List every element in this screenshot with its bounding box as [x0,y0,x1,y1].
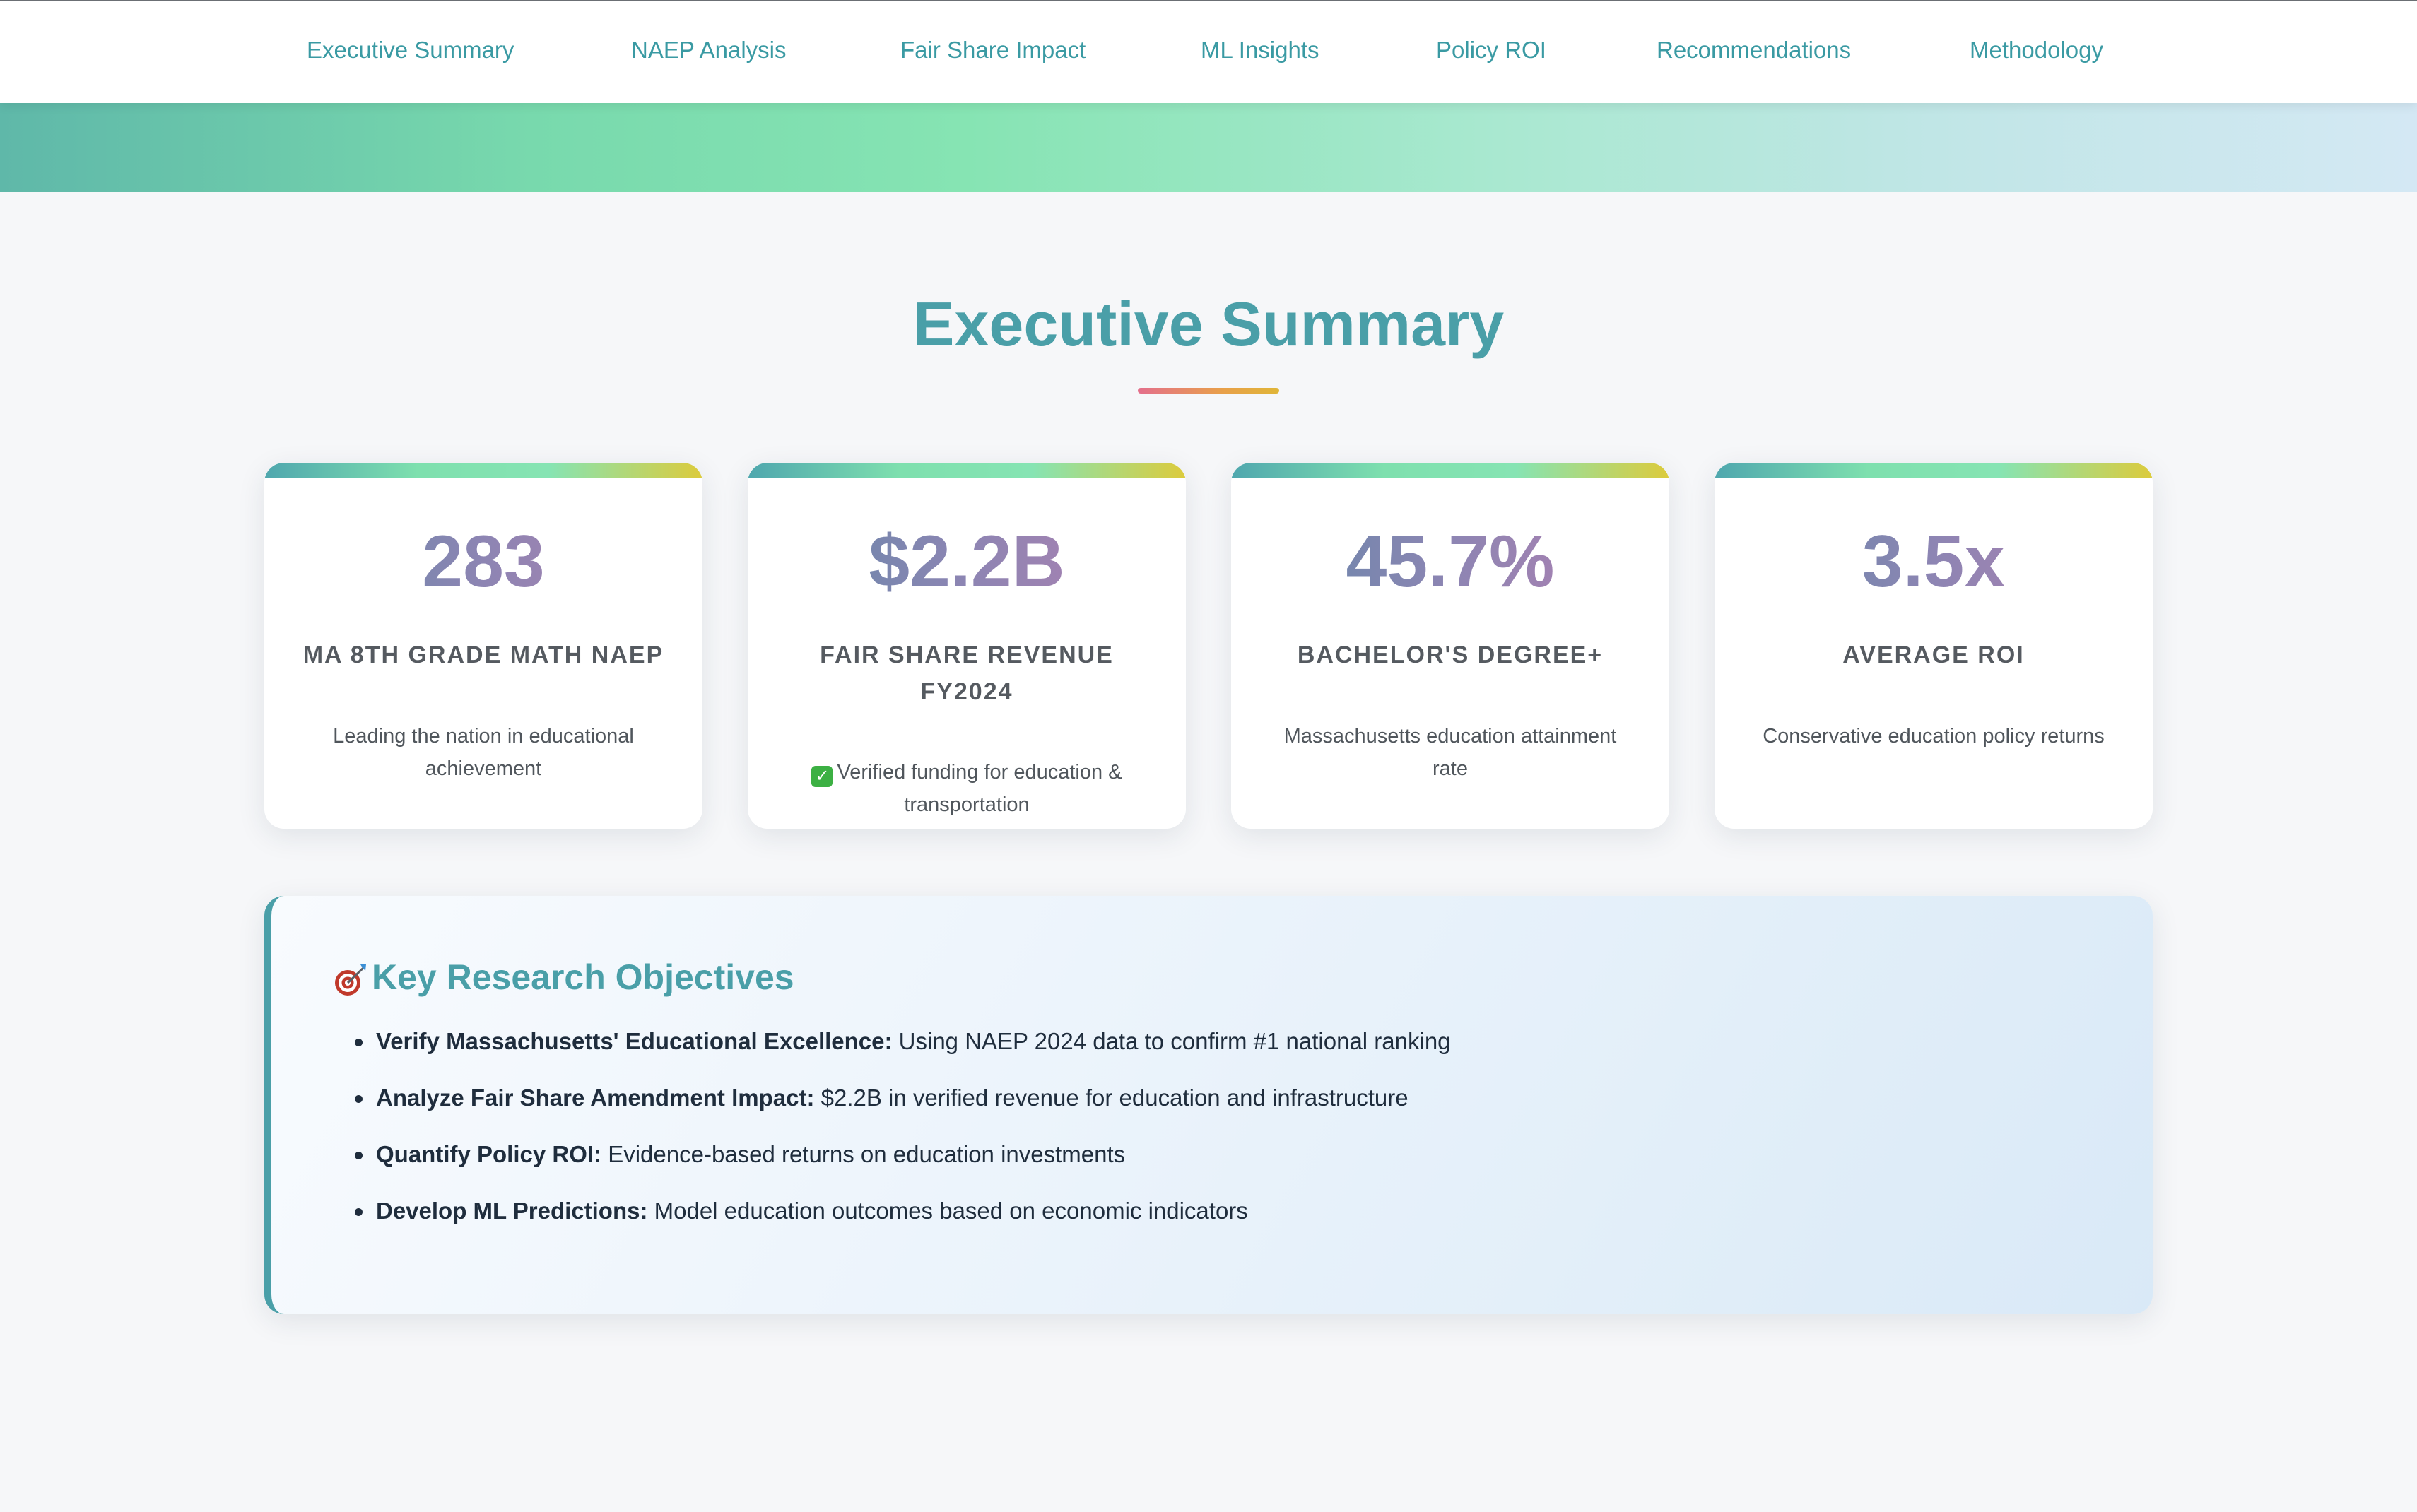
metric-label: AVERAGE ROI [1842,642,2025,668]
top-navigation: Executive Summary NAEP Analysis Fair Sha… [0,0,2417,103]
nav-link-executive-summary[interactable]: Executive Summary [307,37,514,64]
metric-card-roi: 3.5x AVERAGE ROI Conservative education … [1715,463,2153,829]
metric-value: 283 [264,525,702,598]
card-accent-bar [264,463,702,478]
section-title: Executive Summary [912,289,1505,359]
list-item: Quantify Policy ROI: Evidence-based retu… [355,1140,2051,1169]
list-item: Analyze Fair Share Amendment Impact: $2.… [355,1084,2051,1112]
objectives-list: Verify Massachusetts' Educational Excell… [355,1027,2051,1253]
nav-link-recommendations[interactable]: Recommendations [1657,37,1851,64]
metric-description: Conservative education policy returns [1763,725,2105,748]
objectives-heading: Key Research Objectives [332,957,794,998]
list-item: Develop ML Predictions: Model education … [355,1197,2051,1225]
objective-text: Evidence-based returns on education inve… [601,1141,1126,1167]
nav-link-methodology[interactable]: Methodology [1970,37,2103,64]
research-objectives-panel: Key Research Objectives Verify Massachus… [264,896,2153,1314]
card-accent-bar [748,463,1186,478]
target-icon [332,962,366,996]
nav-link-fair-share-impact[interactable]: Fair Share Impact [900,37,1086,64]
check-icon: ✓ [811,766,833,787]
metric-label: FAIR SHARE REVENUE FY2024 [820,642,1114,705]
metric-value: 3.5x [1715,525,2153,598]
metric-card-bachelors: 45.7% BACHELOR'S DEGREE+ Massachusetts e… [1231,463,1669,829]
nav-link-ml-insights[interactable]: ML Insights [1201,37,1319,64]
objectives-title: Key Research Objectives [372,957,794,997]
nav-link-policy-roi[interactable]: Policy ROI [1436,37,1546,64]
objective-bold: Analyze Fair Share Amendment Impact: [376,1085,815,1111]
metric-value: 45.7% [1231,525,1669,598]
hero-gradient-band [0,103,2417,192]
title-underline [1138,388,1279,394]
objective-bold: Develop ML Predictions: [376,1198,648,1224]
objective-bold: Verify Massachusetts' Educational Excell… [376,1028,893,1054]
metric-label: BACHELOR'S DEGREE+ [1297,642,1604,668]
card-accent-bar [1231,463,1669,478]
metric-value: $2.2B [748,525,1186,598]
metric-label: MA 8TH GRADE MATH NAEP [302,642,664,668]
metric-description-text: Verified funding for education & transpo… [837,761,1122,816]
metric-card-fair-share: $2.2B FAIR SHARE REVENUE FY2024 ✓ Verifie… [748,463,1186,829]
card-accent-bar [1715,463,2153,478]
objective-text: Using NAEP 2024 data to confirm #1 natio… [892,1028,1451,1054]
metric-description: Leading the nation in educational achiev… [333,725,634,780]
objective-text: $2.2B in verified revenue for education … [814,1085,1409,1111]
metric-description: ✓ Verified funding for education & transp… [790,756,1143,821]
objective-text: Model education outcomes based on econom… [647,1198,1248,1224]
metric-card-naep: 283 MA 8TH GRADE MATH NAEP Leading the n… [264,463,702,829]
list-item: Verify Massachusetts' Educational Excell… [355,1027,2051,1056]
metric-description: Massachusetts education attainment rate [1283,725,1617,780]
objective-bold: Quantify Policy ROI: [376,1141,602,1167]
nav-link-naep-analysis[interactable]: NAEP Analysis [631,37,787,64]
